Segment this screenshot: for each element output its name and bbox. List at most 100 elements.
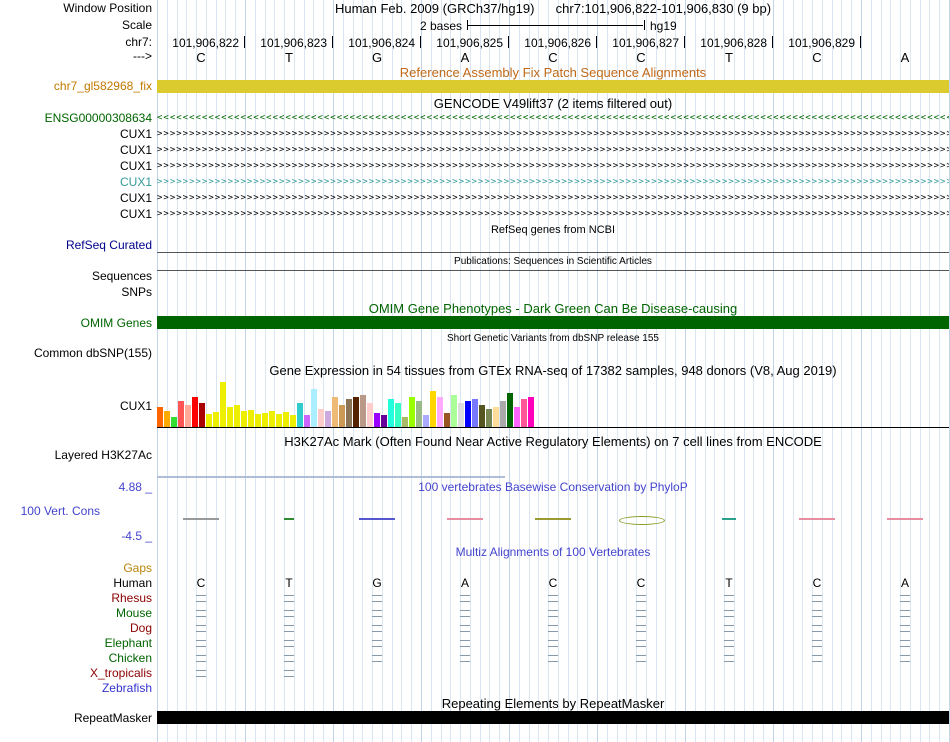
gtex-bar[interactable] — [472, 399, 478, 427]
gtex-bar[interactable] — [325, 411, 331, 427]
gtex-bar[interactable] — [276, 414, 282, 427]
gtex-bar[interactable] — [241, 411, 247, 427]
gene-line[interactable]: <<<<<<<<<<<<<<<<<<<<<<<<<<<<<<<<<<<<<<<<… — [157, 113, 949, 123]
species-label[interactable]: Rhesus — [0, 591, 152, 605]
species-label[interactable]: X_tropicalis — [0, 666, 152, 680]
gtex-bar[interactable] — [465, 401, 471, 427]
gtex-bar[interactable] — [248, 410, 254, 427]
gtex-bar[interactable] — [430, 391, 436, 427]
gene-label[interactable]: CUX1 — [0, 143, 152, 157]
omim-gene-bar[interactable] — [157, 316, 949, 329]
gtex-bar[interactable] — [185, 405, 191, 427]
gene-line[interactable]: >>>>>>>>>>>>>>>>>>>>>>>>>>>>>>>>>>>>>>>>… — [157, 145, 949, 155]
h3k27ac-label[interactable]: Layered H3K27Ac — [0, 449, 152, 462]
gtex-bar[interactable] — [514, 407, 520, 427]
genome-browser-image[interactable]: Window Position Human Feb. 2009 (GRCh37/… — [0, 0, 950, 742]
gtex-bar[interactable] — [458, 403, 464, 427]
species-label[interactable]: Human — [0, 576, 152, 590]
gene-label[interactable]: CUX1 — [0, 191, 152, 205]
gtex-bar[interactable] — [437, 397, 443, 427]
gtex-bar[interactable] — [339, 405, 345, 427]
fix-patch-label[interactable]: chr7_gl582968_fix — [0, 80, 152, 93]
gene-line[interactable]: >>>>>>>>>>>>>>>>>>>>>>>>>>>>>>>>>>>>>>>>… — [157, 177, 949, 187]
conservation-mark[interactable] — [887, 518, 923, 520]
gtex-bar[interactable] — [227, 407, 233, 427]
gtex-bar[interactable] — [220, 382, 226, 427]
snps-label[interactable]: SNPs — [0, 286, 152, 299]
sequences-label[interactable]: Sequences — [0, 270, 152, 283]
gtex-bar[interactable] — [199, 403, 205, 427]
gtex-bar[interactable] — [395, 403, 401, 427]
gene-label[interactable]: CUX1 — [0, 127, 152, 141]
gtex-bar[interactable] — [157, 407, 163, 427]
gene-line[interactable]: >>>>>>>>>>>>>>>>>>>>>>>>>>>>>>>>>>>>>>>>… — [157, 161, 949, 171]
repeatmasker-bar[interactable] — [157, 711, 949, 724]
gtex-bar[interactable] — [423, 415, 429, 427]
species-label[interactable]: Mouse — [0, 606, 152, 620]
omim-genes-label[interactable]: OMIM Genes — [0, 317, 152, 330]
gtex-bar[interactable] — [290, 415, 296, 427]
gtex-gene-label[interactable]: CUX1 — [0, 400, 152, 413]
gtex-bar[interactable] — [304, 415, 310, 427]
gtex-bar[interactable] — [192, 397, 198, 427]
gtex-bar[interactable] — [178, 401, 184, 427]
gtex-bar[interactable] — [486, 409, 492, 427]
gtex-bar[interactable] — [332, 397, 338, 427]
gtex-bar[interactable] — [269, 411, 275, 427]
gene-line[interactable]: >>>>>>>>>>>>>>>>>>>>>>>>>>>>>>>>>>>>>>>>… — [157, 209, 949, 219]
gtex-bar[interactable] — [409, 397, 415, 427]
gtex-bar[interactable] — [255, 414, 261, 427]
species-label[interactable]: Gaps — [0, 561, 152, 575]
species-label[interactable]: Elephant — [0, 636, 152, 650]
gtex-bar[interactable] — [388, 399, 394, 427]
gene-label[interactable]: ENSG00000308634 — [0, 111, 152, 125]
gtex-bar[interactable] — [283, 412, 289, 427]
gtex-bar[interactable] — [346, 399, 352, 427]
gtex-bar[interactable] — [297, 403, 303, 427]
gtex-bar[interactable] — [213, 412, 219, 427]
refseq-curated-label[interactable]: RefSeq Curated — [0, 239, 152, 252]
gtex-bar[interactable] — [528, 397, 534, 427]
species-label[interactable]: Chicken — [0, 651, 152, 665]
gtex-bar[interactable] — [374, 413, 380, 427]
gtex-bar[interactable] — [171, 417, 177, 427]
species-label[interactable]: Zebrafish — [0, 681, 152, 695]
gene-line[interactable]: >>>>>>>>>>>>>>>>>>>>>>>>>>>>>>>>>>>>>>>>… — [157, 193, 949, 203]
gtex-bar[interactable] — [444, 413, 450, 427]
gene-label[interactable]: CUX1 — [0, 175, 152, 189]
gene-label[interactable]: CUX1 — [0, 159, 152, 173]
h3k27ac-signal[interactable] — [157, 476, 505, 478]
gtex-bar[interactable] — [353, 397, 359, 427]
conservation-mark[interactable] — [359, 518, 395, 520]
gtex-bar[interactable] — [500, 401, 506, 427]
gtex-bar[interactable] — [360, 395, 366, 427]
conservation-mark[interactable] — [799, 518, 835, 520]
conservation-mark[interactable] — [619, 516, 665, 525]
gtex-bar[interactable] — [311, 389, 317, 427]
gtex-bar[interactable] — [493, 407, 499, 427]
conservation-mark[interactable] — [183, 518, 219, 520]
fix-patch-bar[interactable] — [157, 80, 949, 93]
dbsnp-label[interactable]: Common dbSNP(155) — [0, 347, 152, 360]
gtex-bar[interactable] — [507, 393, 513, 427]
repeatmasker-label[interactable]: RepeatMasker — [0, 712, 152, 725]
gene-label[interactable]: CUX1 — [0, 207, 152, 221]
conservation-mark[interactable] — [722, 518, 736, 520]
gene-line[interactable]: >>>>>>>>>>>>>>>>>>>>>>>>>>>>>>>>>>>>>>>>… — [157, 129, 949, 139]
gtex-bar[interactable] — [416, 401, 422, 427]
conservation-mark[interactable] — [447, 518, 483, 520]
gtex-bar[interactable] — [262, 413, 268, 427]
gtex-bar[interactable] — [234, 405, 240, 427]
gtex-bar[interactable] — [402, 417, 408, 427]
gtex-bar[interactable] — [479, 405, 485, 427]
publications-track-baseline[interactable] — [157, 270, 949, 271]
phylop-track-label[interactable]: 100 Vert. Cons — [0, 505, 100, 518]
conservation-mark[interactable] — [284, 518, 294, 520]
refseq-track-baseline[interactable] — [157, 252, 949, 253]
species-label[interactable]: Dog — [0, 621, 152, 635]
conservation-mark[interactable] — [535, 518, 571, 520]
gtex-bar[interactable] — [206, 414, 212, 427]
gtex-bar[interactable] — [381, 415, 387, 427]
gtex-bar[interactable] — [164, 411, 170, 427]
gtex-bar[interactable] — [521, 399, 527, 427]
